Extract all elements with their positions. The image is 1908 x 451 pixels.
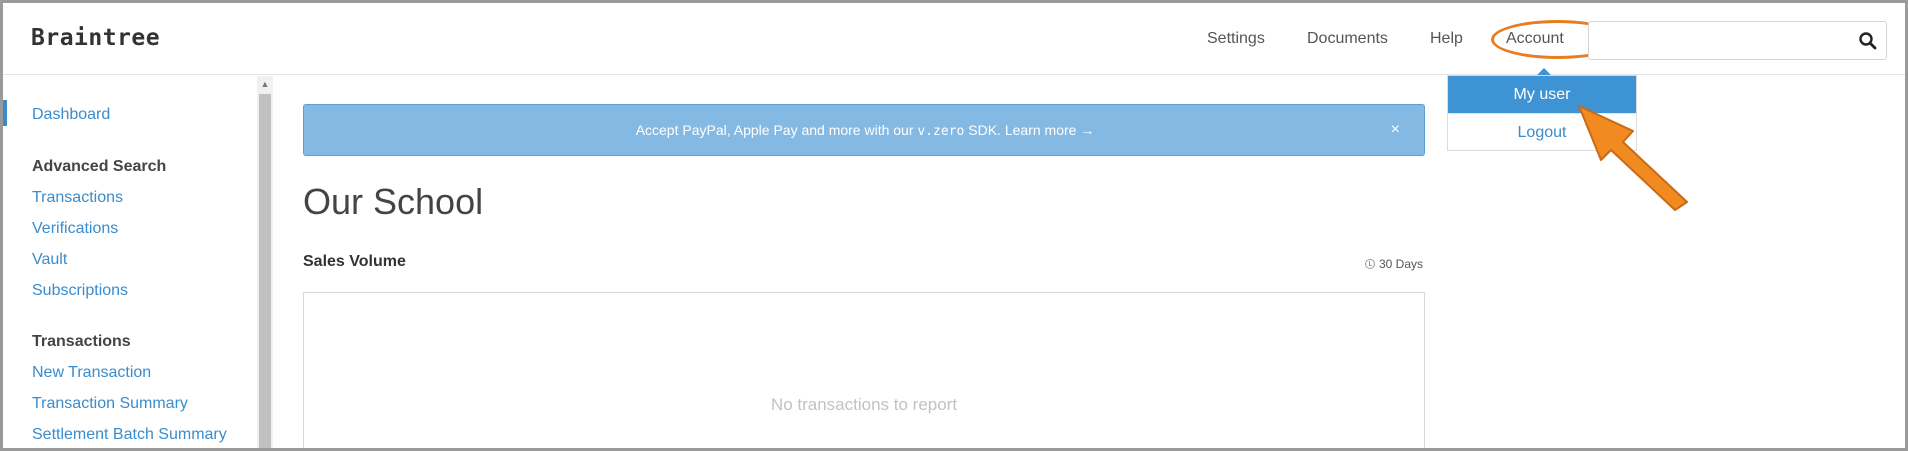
banner-text-before: Accept PayPal, Apple Pay and more with o… bbox=[635, 122, 918, 138]
sidebar-item-new-transaction[interactable]: New Transaction bbox=[32, 364, 151, 382]
sales-volume-heading: Sales Volume bbox=[303, 253, 406, 270]
search-input[interactable] bbox=[1589, 22, 1839, 59]
page-title: Our School bbox=[303, 181, 484, 222]
scroll-up-arrow-icon[interactable]: ▲ bbox=[257, 76, 273, 92]
scrollbar-thumb[interactable] bbox=[259, 94, 271, 448]
sidebar-heading-transactions: Transactions bbox=[32, 333, 131, 350]
nav-settings-link[interactable]: Settings bbox=[1207, 30, 1265, 48]
date-range-label: 30 Days bbox=[1379, 257, 1424, 271]
promo-banner-text[interactable]: Accept PayPal, Apple Pay and more with o… bbox=[304, 105, 1426, 155]
app-window: Braintree Settings Documents Help Accoun… bbox=[0, 0, 1908, 451]
sidebar-item-subscriptions[interactable]: Subscriptions bbox=[32, 282, 128, 300]
nav-account-link[interactable]: Account bbox=[1506, 30, 1564, 48]
date-range-selector[interactable]: 30 Days bbox=[1365, 257, 1423, 271]
sidebar-item-vault[interactable]: Vault bbox=[32, 251, 67, 269]
search-box bbox=[1588, 21, 1887, 60]
empty-state-message: No transactions to report bbox=[770, 395, 958, 414]
sidebar-scrollbar[interactable]: ▲ bbox=[257, 76, 273, 448]
sidebar-heading-advanced-search: Advanced Search bbox=[32, 158, 167, 175]
banner-sdk-code: v.zero bbox=[917, 124, 965, 139]
promo-banner: Accept PayPal, Apple Pay and more with o… bbox=[303, 104, 1425, 156]
top-header: Braintree Settings Documents Help Accoun… bbox=[3, 3, 1905, 75]
nav-help-link[interactable]: Help bbox=[1430, 30, 1463, 48]
sidebar-item-search-transactions[interactable]: Transactions bbox=[32, 189, 123, 207]
sidebar-item-verifications[interactable]: Verifications bbox=[32, 220, 118, 238]
clock-icon bbox=[1365, 259, 1375, 269]
braintree-logo[interactable]: Braintree bbox=[31, 25, 160, 51]
sidebar-item-dashboard[interactable]: Dashboard bbox=[32, 106, 110, 124]
search-icon[interactable] bbox=[1858, 31, 1878, 51]
sidebar-active-indicator bbox=[3, 100, 7, 126]
annotation-arrow-icon bbox=[1578, 105, 1688, 211]
sidebar-item-transaction-summary[interactable]: Transaction Summary bbox=[32, 395, 188, 413]
sidebar: Dashboard Advanced Search Transactions V… bbox=[3, 76, 273, 448]
banner-close-icon[interactable]: × bbox=[1391, 105, 1400, 155]
nav-documents-link[interactable]: Documents bbox=[1307, 30, 1388, 48]
sidebar-item-settlement-batch-summary[interactable]: Settlement Batch Summary bbox=[32, 426, 227, 444]
sales-volume-chart: No transactions to report bbox=[303, 292, 1425, 448]
banner-text-after: SDK. Learn more → bbox=[964, 122, 1095, 138]
